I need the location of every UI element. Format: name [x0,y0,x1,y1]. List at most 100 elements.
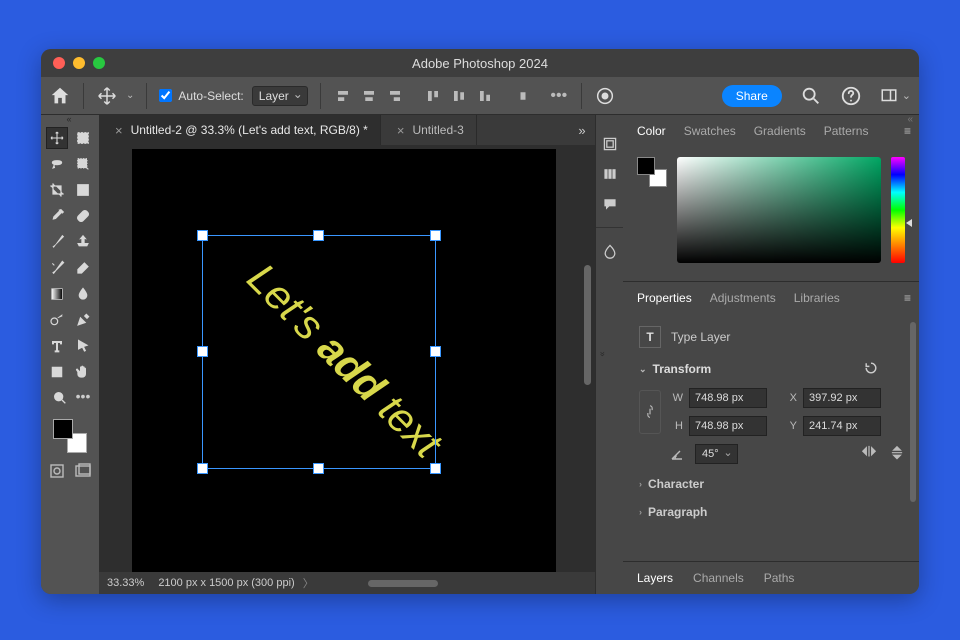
pen-tool[interactable] [73,310,93,330]
horizontal-scrollbar[interactable] [368,580,438,587]
tab-color[interactable]: Color [637,124,666,138]
handle-sw[interactable] [198,464,207,473]
align-center-h-icon[interactable] [359,86,379,106]
frame-tool[interactable] [73,180,93,200]
color-swatches[interactable] [53,419,87,453]
marquee-tool[interactable] [73,128,93,148]
blur-tool[interactable] [73,284,93,304]
align-center-v-icon[interactable] [449,86,469,106]
tab-active[interactable]: × Untitled-2 @ 33.3% (Let's add text, RG… [99,115,381,145]
hue-slider[interactable] [891,157,905,263]
handle-s[interactable] [314,464,323,473]
tab-adjustments[interactable]: Adjustments [710,291,776,305]
align-top-icon[interactable] [423,86,443,106]
minimize-window-icon[interactable] [73,57,85,69]
lasso-tool[interactable] [47,154,67,174]
reset-transform-icon[interactable] [863,360,879,379]
close-window-icon[interactable] [53,57,65,69]
shape-tool[interactable] [47,362,67,382]
flip-vertical-icon[interactable] [891,445,903,463]
hand-tool[interactable] [73,362,93,382]
character-accordion[interactable]: › Character [623,470,919,498]
3d-mode-icon[interactable] [594,85,616,107]
tab-overflow-icon[interactable]: » [569,115,595,145]
width-input[interactable] [689,388,767,408]
tab-layers[interactable]: Layers [637,571,673,585]
eyedropper-tool[interactable] [47,206,67,226]
auto-select-checkbox[interactable]: Auto-Select: [159,89,243,103]
vertical-scrollbar[interactable] [584,265,591,385]
tab-properties[interactable]: Properties [637,291,692,305]
panel-menu-icon[interactable]: ≡ [904,124,911,138]
zoom-tool[interactable] [50,388,70,408]
gradient-tool[interactable] [47,284,67,304]
align-right-icon[interactable] [385,86,405,106]
home-icon[interactable] [49,85,71,107]
handle-se[interactable] [431,464,440,473]
tab-gradients[interactable]: Gradients [754,124,806,138]
paragraph-accordion[interactable]: › Paragraph [623,498,919,526]
more-align-icon[interactable]: ••• [549,86,569,106]
distribute-h-icon[interactable] [513,86,533,106]
x-input[interactable] [803,388,881,408]
canvas[interactable]: Let's add text [132,149,556,572]
shapes-panel-icon[interactable] [596,236,623,266]
move-tool[interactable] [47,128,67,148]
transform-bounding-box[interactable] [202,235,436,469]
quick-mask-icon[interactable] [49,463,65,479]
handle-nw[interactable] [198,231,207,240]
align-bottom-icon[interactable] [475,86,495,106]
handle-w[interactable] [198,347,207,356]
panel-menu-icon[interactable]: ≡ [904,291,911,305]
height-input[interactable] [689,416,767,436]
zoom-window-icon[interactable] [93,57,105,69]
handle-ne[interactable] [431,231,440,240]
doc-info-chevron-icon[interactable]: 〉 [303,575,314,591]
quick-select-tool[interactable] [73,154,93,174]
healing-tool[interactable] [73,206,93,226]
help-icon[interactable] [840,85,862,107]
screen-mode-icon[interactable] [75,463,91,479]
move-tool-indicator-icon[interactable] [96,85,118,107]
workspace-switcher[interactable]: ⌄ [880,87,911,105]
type-tool[interactable] [47,336,67,356]
color-picker-field[interactable] [677,157,881,263]
transform-accordion[interactable]: ⌄ Transform [623,354,919,384]
handle-n[interactable] [314,231,323,240]
link-wh-icon[interactable] [639,390,661,434]
tab-inactive[interactable]: × Untitled-3 [381,115,477,145]
edit-toolbar-icon[interactable]: ••• [76,388,91,408]
tab-patterns[interactable]: Patterns [824,124,869,138]
libraries-panel-icon[interactable] [596,159,623,189]
eraser-tool[interactable] [73,258,93,278]
history-panel-icon[interactable] [596,129,623,159]
brush-tool[interactable] [47,232,67,252]
share-button[interactable]: Share [722,85,782,107]
close-tab-icon[interactable]: × [397,123,405,138]
comments-panel-icon[interactable] [596,189,623,219]
close-tab-icon[interactable]: × [115,123,123,138]
color-mini-swatches[interactable] [637,157,667,187]
search-icon[interactable] [800,85,822,107]
canvas-viewport[interactable]: Let's add text [99,145,595,572]
align-left-icon[interactable] [333,86,353,106]
tab-swatches[interactable]: Swatches [684,124,736,138]
auto-select-target-select[interactable]: Layer [252,86,308,106]
history-brush-tool[interactable] [47,258,67,278]
layer-type-label: Type Layer [671,330,730,344]
y-input[interactable] [803,416,881,436]
tab-paths[interactable]: Paths [764,571,795,585]
crop-tool[interactable] [47,180,67,200]
doc-info[interactable]: 2100 px x 1500 px (300 ppi) [158,577,294,589]
handle-e[interactable] [431,347,440,356]
path-select-tool[interactable] [73,336,93,356]
dodge-tool[interactable] [47,310,67,330]
flip-horizontal-icon[interactable] [861,445,877,463]
clone-stamp-tool[interactable] [73,232,93,252]
panel-scrollbar[interactable] [910,322,916,502]
tab-libraries[interactable]: Libraries [794,291,840,305]
tab-channels[interactable]: Channels [693,571,744,585]
foreground-swatch[interactable] [53,419,73,439]
angle-select[interactable]: 45° [695,444,738,464]
zoom-level[interactable]: 33.33% [107,577,144,589]
